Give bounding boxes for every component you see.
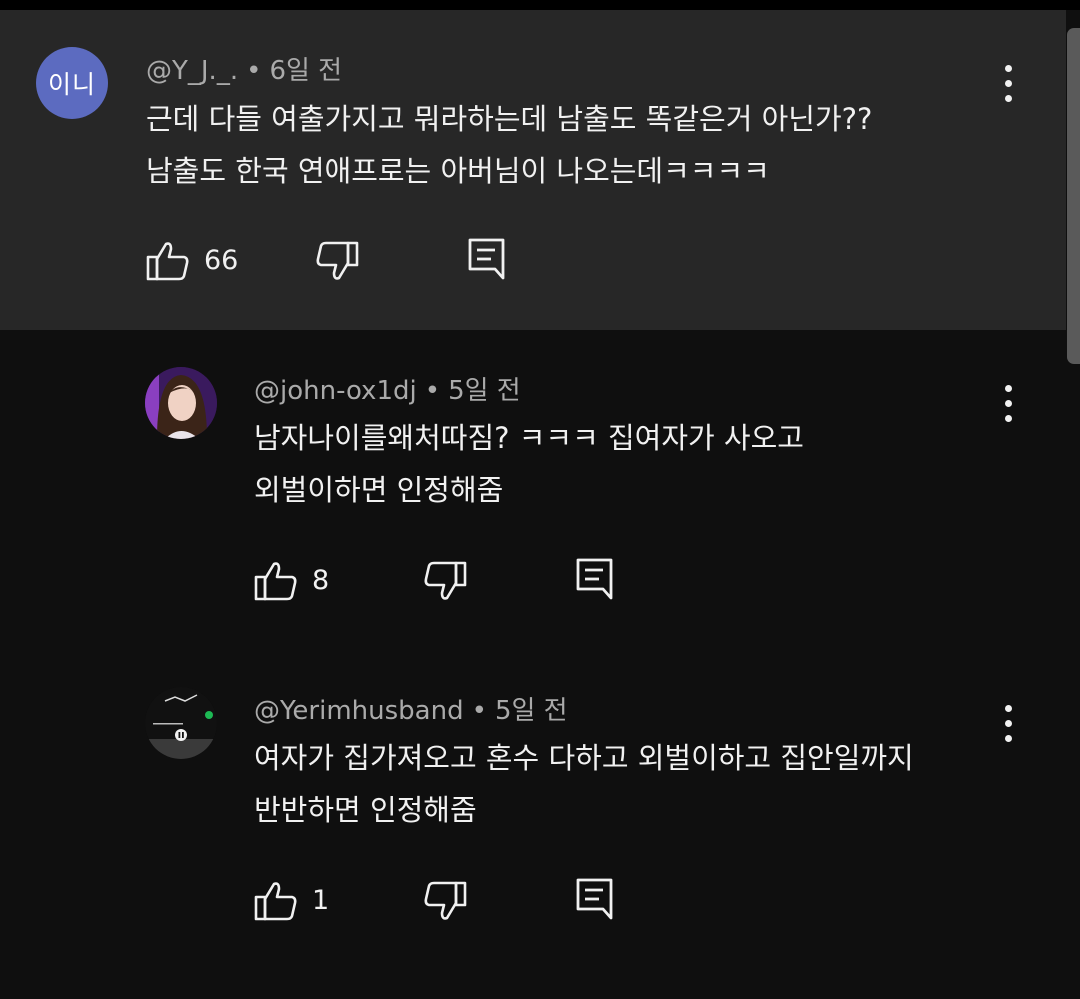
timestamp[interactable]: 6일 전 [269,56,342,86]
comment-text: 여자가 집가져오고 혼수 다하고 외벌이하고 집안일까지 반반하면 인정해줌 [254,732,914,836]
more-options-button[interactable] [993,58,1023,108]
thumbs-down-icon [424,881,467,920]
thumbs-up-icon [254,882,297,921]
comment-text: 근데 다들 여출가지고 뭐라하는데 남출도 똑같은거 아닌가?? 남출도 한국 … [146,93,872,197]
reply-icon [468,238,505,280]
scrollbar-thumb[interactable] [1067,28,1080,364]
comment-line: 반반하면 인정해줌 [254,793,477,827]
dot-icon [1004,414,1012,422]
meta-separator: • [424,376,441,406]
like-count: 66 [204,245,239,276]
dot-icon [1004,64,1012,72]
comment-line: 근데 다들 여출가지고 뭐라하는데 남출도 똑같은거 아닌가?? [146,102,873,136]
like-button[interactable] [254,560,298,602]
avatar[interactable] [145,367,217,439]
thumbs-down-icon [316,241,359,280]
reply-button[interactable] [575,557,615,601]
more-options-button[interactable] [993,378,1023,428]
comment-meta: @john-ox1dj • 5일 전 [254,370,521,407]
thumbs-up-icon [146,242,189,281]
dot-icon [1004,399,1012,407]
more-options-button[interactable] [993,698,1023,748]
thumbs-up-icon [254,562,297,601]
author-name[interactable]: @john-ox1dj [254,376,417,406]
timestamp[interactable]: 5일 전 [495,696,568,726]
comment-line: 남자나이를왜처따짐? ㅋㅋㅋ 집여자가 사오고 [254,421,804,455]
meta-separator: • [246,56,262,86]
dot-icon [1004,384,1012,392]
like-button[interactable] [146,240,190,282]
comment-line: 남출도 한국 연애프로는 아버님이 나오는데ㅋㅋㅋㅋ [146,154,770,188]
comment-meta: @Y_J._. • 6일 전 [146,50,342,87]
profile-photo [145,367,217,439]
comment-line: 외벌이하면 인정해줌 [254,473,504,507]
timestamp[interactable]: 5일 전 [448,376,521,406]
like-button[interactable] [254,880,298,922]
dot-icon [1004,704,1012,712]
avatar[interactable]: 이니 [36,47,108,119]
author-name[interactable]: @Yerimhusband [254,696,464,726]
dislike-button[interactable] [423,880,467,922]
dot-icon [1004,94,1012,102]
dislike-button[interactable] [423,560,467,602]
reply-icon [576,878,613,920]
like-count: 1 [312,885,330,916]
avatar-initials: 이니 [47,70,96,99]
author-name[interactable]: @Y_J._. [146,56,238,86]
like-count: 8 [312,565,330,596]
reply-button[interactable] [467,237,507,281]
dot-icon [1004,734,1012,742]
dot-icon [1004,79,1012,87]
profile-photo [145,687,217,759]
dislike-button[interactable] [315,240,359,282]
thumbs-down-icon [424,561,467,600]
comment-line: 여자가 집가져오고 혼수 다하고 외벌이하고 집안일까지 [254,741,914,775]
reply-icon [576,558,613,600]
comment-text: 남자나이를왜처따짐? ㅋㅋㅋ 집여자가 사오고 외벌이하면 인정해줌 [254,412,804,516]
reply-button[interactable] [575,877,615,921]
dot-icon [1004,719,1012,727]
meta-separator: • [471,696,487,726]
top-bar [0,0,1080,10]
comment-meta: @Yerimhusband • 5일 전 [254,690,568,727]
avatar[interactable] [145,687,217,759]
